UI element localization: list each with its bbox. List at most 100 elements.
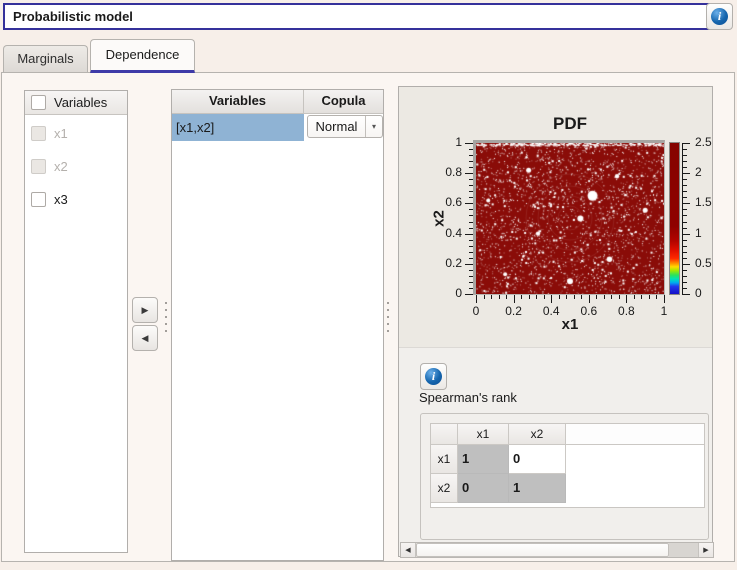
- colorbar-minor-tick: [683, 252, 687, 253]
- x-axis-tick: [514, 295, 515, 303]
- y-axis-tick: [465, 173, 473, 174]
- x-axis-minor-tick: [491, 295, 492, 299]
- x-axis-tick-label: 1: [648, 304, 680, 319]
- y-axis-minor-tick: [469, 252, 473, 253]
- x-axis-minor-tick: [581, 295, 582, 299]
- y-axis-minor-tick: [469, 185, 473, 186]
- add-group-button[interactable]: ▶: [132, 297, 158, 323]
- colorbar-tick: [683, 264, 690, 265]
- tab-marginals[interactable]: Marginals: [3, 45, 88, 72]
- y-axis-tick: [465, 143, 473, 144]
- y-axis-tick-label: 0.6: [430, 195, 462, 210]
- y-axis-minor-tick: [469, 197, 473, 198]
- scroll-left-button[interactable]: ◀: [401, 543, 416, 557]
- y-axis-minor-tick: [469, 215, 473, 216]
- horizontal-scrollbar: ◀ ▶: [400, 542, 714, 558]
- colorbar-tick: [683, 203, 690, 204]
- y-axis-minor-tick: [469, 149, 473, 150]
- header-filler: [566, 424, 704, 445]
- colorbar-minor-tick: [683, 222, 687, 223]
- scrollbar-trough[interactable]: [669, 543, 698, 557]
- colorbar-minor-tick: [683, 288, 687, 289]
- x-axis-minor-tick: [649, 295, 650, 299]
- colorbar-minor-tick: [683, 258, 687, 259]
- x-axis-minor-tick: [604, 295, 605, 299]
- model-name-field[interactable]: Probabilistic model: [3, 3, 710, 30]
- x-axis-tick-label: 0.4: [535, 304, 567, 319]
- colorbar-minor-tick: [683, 185, 687, 186]
- x-axis-minor-tick: [611, 295, 612, 299]
- x-axis-minor-tick: [559, 295, 560, 299]
- colorbar-tick: [683, 294, 690, 295]
- colorbar-minor-tick: [683, 228, 687, 229]
- info-icon: i: [711, 8, 728, 25]
- tab-dependence[interactable]: Dependence: [90, 39, 195, 73]
- list-item-x3[interactable]: x3: [25, 185, 127, 213]
- y-axis-minor-tick: [469, 155, 473, 156]
- x-axis-tick: [589, 295, 590, 303]
- x-axis-minor-tick: [544, 295, 545, 299]
- copula-select-value: Normal: [308, 116, 365, 137]
- row-filler: [566, 445, 704, 474]
- list-item-x1-label: x1: [54, 126, 68, 141]
- plot-title: PDF: [476, 114, 664, 134]
- variable-group-cell[interactable]: [x1,x2]: [172, 114, 304, 141]
- splitter-handle-right[interactable]: [387, 302, 389, 335]
- spearman-info-button[interactable]: i: [420, 363, 447, 390]
- y-axis-tick: [465, 264, 473, 265]
- y-axis-minor-tick: [469, 246, 473, 247]
- variables-list: Variables x1 x2 x3: [24, 90, 128, 553]
- colorbar-minor-tick: [683, 215, 687, 216]
- dependence-tab-pane: Variables x1 x2 x3 ▶ ◀ Variables Copula …: [1, 72, 735, 562]
- column-header-x2: x2: [509, 424, 566, 445]
- copula-select[interactable]: Normal ▾: [307, 115, 383, 138]
- y-axis-minor-tick: [469, 222, 473, 223]
- row-filler: [566, 474, 704, 503]
- checkbox-x1: [31, 126, 46, 141]
- colorbar-minor-tick: [683, 191, 687, 192]
- x-axis-minor-tick: [656, 295, 657, 299]
- y-axis-tick-label: 1: [430, 135, 462, 150]
- y-axis-minor-tick: [469, 179, 473, 180]
- cell-x1-x1: 1: [458, 445, 509, 474]
- y-axis-tick: [465, 294, 473, 295]
- checkbox-x3[interactable]: [31, 192, 46, 207]
- row-header-x1: x1: [431, 445, 458, 474]
- x-axis-tick: [626, 295, 627, 303]
- pdf-heatmap: [476, 143, 664, 294]
- info-button[interactable]: i: [706, 3, 733, 30]
- colorbar-minor-tick: [683, 155, 687, 156]
- select-all-checkbox[interactable]: [31, 95, 46, 110]
- copula-table-header: Variables Copula: [172, 90, 383, 114]
- x-axis-minor-tick: [619, 295, 620, 299]
- y-axis-tick-label: 0.2: [430, 256, 462, 271]
- colorbar-minor-tick: [683, 276, 687, 277]
- colorbar-tick-label: 1: [695, 226, 723, 241]
- x-axis-tick: [664, 295, 665, 303]
- y-axis-tick-label: 0: [430, 286, 462, 301]
- colorbar-tick-label: 0.5: [695, 256, 723, 271]
- splitter-handle-left[interactable]: [165, 302, 167, 335]
- cell-x1-x2[interactable]: 0: [509, 445, 566, 474]
- x-axis-minor-tick: [566, 295, 567, 299]
- colorbar-minor-tick: [683, 209, 687, 210]
- y-axis-minor-tick: [469, 258, 473, 259]
- x-axis-tick: [551, 295, 552, 303]
- x-axis-tick-label: 0.6: [573, 304, 605, 319]
- remove-group-button[interactable]: ◀: [132, 325, 158, 351]
- x-axis-minor-tick: [484, 295, 485, 299]
- y-axis-minor-tick: [469, 270, 473, 271]
- scrollbar-thumb[interactable]: [416, 543, 669, 557]
- info-icon: i: [425, 368, 442, 385]
- colorbar-tick-label: 0: [695, 286, 723, 301]
- y-axis-minor-tick: [469, 282, 473, 283]
- plot-canvas-frame: [473, 140, 665, 295]
- x-axis-minor-tick: [574, 295, 575, 299]
- spearman-row-x2: x2 0 1: [431, 474, 704, 503]
- scroll-right-button[interactable]: ▶: [698, 543, 713, 557]
- checkbox-x2: [31, 159, 46, 174]
- x-axis-tick-label: 0.2: [498, 304, 530, 319]
- spearman-header-row: x1 x2: [431, 424, 704, 445]
- colorbar-minor-tick: [683, 179, 687, 180]
- spearman-row-x1: x1 1 0: [431, 445, 704, 474]
